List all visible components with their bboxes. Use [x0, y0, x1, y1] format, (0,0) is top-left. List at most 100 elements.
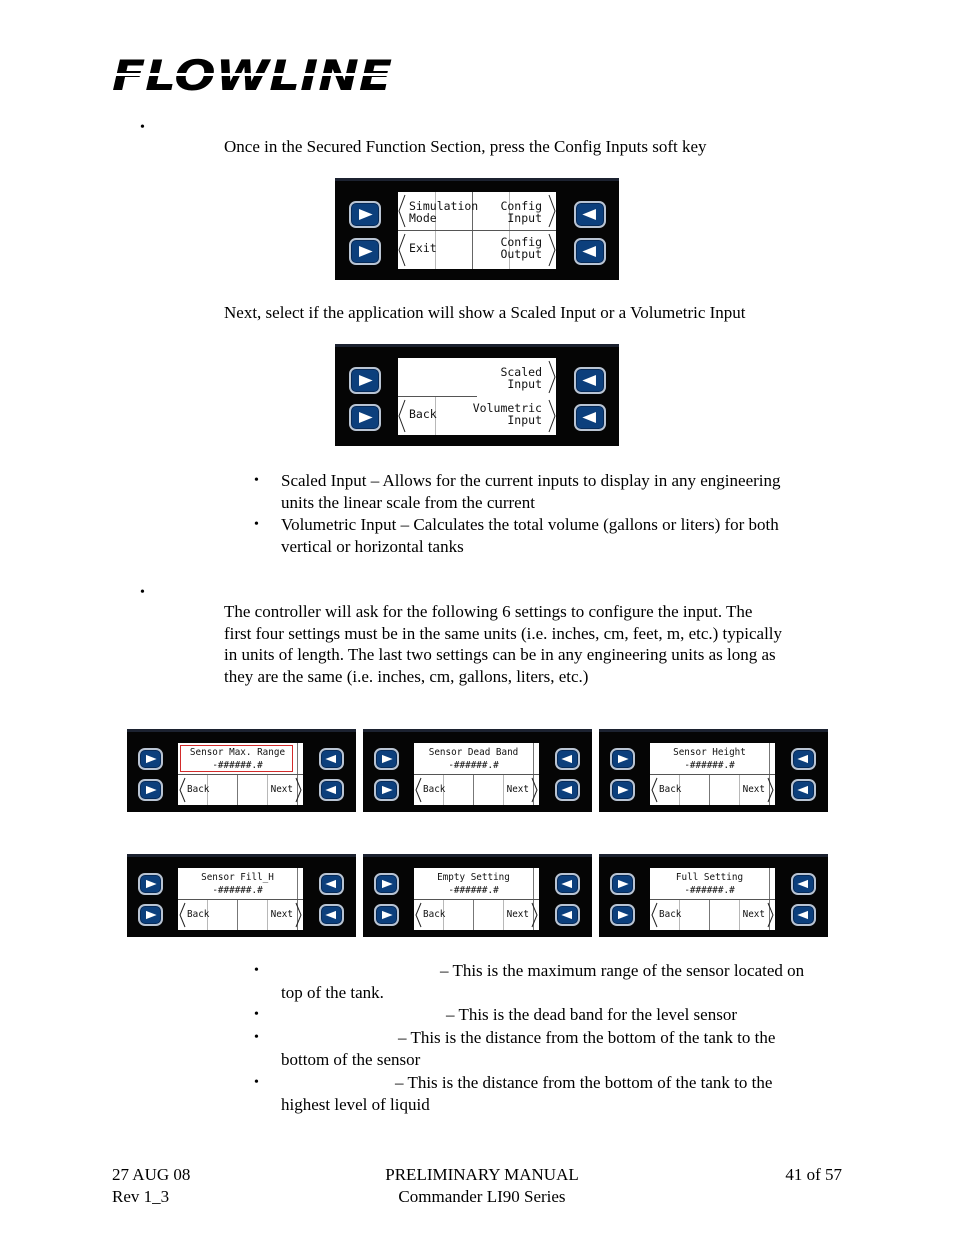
softkey-left-top[interactable] — [349, 201, 381, 228]
setting-value: -######.# — [212, 885, 263, 896]
softkey-label-next: Next — [742, 909, 765, 920]
softkey-left-bottom[interactable] — [610, 904, 635, 926]
desc-sensor-height: – This is the distance from the bottom o… — [281, 1028, 776, 1069]
softkey-left-bottom[interactable] — [374, 779, 399, 801]
footer-left: 27 AUG 08 Rev 1_3 — [112, 1164, 190, 1207]
softkey-left-bottom[interactable] — [374, 904, 399, 926]
setting-panel: Sensor Dead Band -######.# Back Next — [363, 729, 592, 812]
setting-title: Sensor Dead Band — [428, 747, 519, 758]
softkey-left-top[interactable] — [610, 748, 635, 770]
lcd-screen: Sensor Fill_H -######.# Back Next — [178, 868, 303, 930]
bullet: • — [254, 1030, 259, 1045]
softkey-right-bottom[interactable] — [574, 238, 606, 265]
softkey-left-bottom[interactable] — [349, 404, 381, 431]
flowline-logo: FLOWLINE — [112, 56, 394, 94]
lcd-screen: Empty Setting -######.# Back Next — [414, 868, 539, 930]
setting-title: Sensor Height — [673, 747, 746, 758]
setting-panel: Sensor Fill_H -######.# Back Next — [127, 854, 356, 937]
setting-value: -######.# — [448, 885, 499, 896]
setting-panel: Full Setting -######.# Back Next — [599, 854, 828, 937]
softkey-label-back: Back — [187, 784, 210, 795]
softkey-label-next: Next — [270, 909, 293, 920]
instruction-select-input: Next, select if the application will sho… — [224, 303, 746, 322]
softkey-right-bottom[interactable] — [555, 904, 580, 926]
softkey-right-bottom[interactable] — [791, 779, 816, 801]
softkey-label-next: Next — [742, 784, 765, 795]
softkey-label-next: Next — [270, 784, 293, 795]
setting-title: Full Setting — [675, 872, 744, 883]
bullet: • — [254, 1007, 259, 1022]
softkey-right-top[interactable] — [574, 367, 606, 394]
softkey-right-top[interactable] — [791, 748, 816, 770]
footer-center: PRELIMINARY MANUAL Commander LI90 Series — [320, 1164, 644, 1207]
softkey-left-top[interactable] — [610, 873, 635, 895]
softkey-label-exit: Exit — [409, 241, 437, 255]
bullet: • — [254, 1075, 259, 1090]
softkey-left-top[interactable] — [374, 748, 399, 770]
footer-title: PRELIMINARY MANUAL — [385, 1165, 579, 1184]
desc-sensor-dead-band: – This is the dead band for the level se… — [446, 1005, 737, 1024]
softkey-right-top[interactable] — [791, 873, 816, 895]
setting-panel: Sensor Height -######.# Back Next — [599, 729, 828, 812]
desc-sensor-fill-h: – This is the distance from the bottom o… — [281, 1073, 773, 1114]
softkey-label-back: Back — [659, 909, 682, 920]
softkey-label-next: Next — [506, 784, 529, 795]
softkey-right-bottom[interactable] — [555, 779, 580, 801]
softkey-right-bottom[interactable] — [791, 904, 816, 926]
softkey-label-back: Back — [423, 909, 446, 920]
volumetric-input-description: Volumetric Input – Calculates the total … — [281, 515, 779, 556]
softkey-left-top[interactable] — [349, 367, 381, 394]
bullet: • — [254, 963, 259, 978]
softkey-label-config-input: Config Input — [500, 199, 542, 225]
setting-title: Empty Setting — [437, 872, 510, 883]
softkey-label-simulation: Simulation Mode — [409, 199, 479, 225]
softkey-label-config-output: Config Output — [500, 235, 542, 261]
setting-title: Sensor Fill_H — [201, 872, 274, 883]
setting-value: -######.# — [448, 760, 499, 771]
bullet: • — [254, 517, 259, 532]
softkey-right-bottom[interactable] — [319, 779, 344, 801]
setting-value: -######.# — [684, 760, 735, 771]
softkey-left-top[interactable] — [138, 748, 163, 770]
softkey-label-back: Back — [423, 784, 446, 795]
softkey-right-bottom[interactable] — [319, 904, 344, 926]
controller-panel-main-menu: Simulation Mode Config Input Exit Config Ou… — [335, 178, 619, 280]
softkey-right-top[interactable] — [319, 748, 344, 770]
footer-series: Commander LI90 Series — [398, 1186, 566, 1206]
softkey-label-scaled-input: Scaled Input — [500, 365, 542, 391]
bullet: • — [140, 585, 145, 600]
scaled-input-description: Scaled Input – Allows for the current in… — [281, 471, 781, 512]
setting-panel: Sensor Max. Range -######.# Back Next — [127, 729, 356, 812]
softkey-label-back: Back — [659, 784, 682, 795]
settings-paragraph: The controller will ask for the followin… — [224, 602, 783, 686]
instruction-config-inputs: Once in the Secured Function Section, pr… — [224, 137, 707, 156]
softkey-left-bottom[interactable] — [138, 779, 163, 801]
lcd-screen: Simulation Mode Config Input Exit Config Ou… — [398, 192, 556, 269]
footer-page-number: 41 of 57 — [785, 1165, 842, 1184]
bullet: • — [140, 120, 145, 135]
lcd-screen: Sensor Max. Range -######.# Back Next — [178, 743, 303, 805]
softkey-right-bottom[interactable] — [574, 404, 606, 431]
softkey-label-volumetric-input: Volumetric Input — [472, 401, 542, 427]
lcd-screen: Scaled Input Back Volumetric Input — [398, 358, 556, 435]
lcd-screen: Sensor Height -######.# Back Next — [650, 743, 775, 805]
setting-value: -######.# — [684, 885, 735, 896]
softkey-label-back: Back — [409, 407, 437, 421]
softkey-label-back: Back — [187, 909, 210, 920]
controller-panel-input-type: Scaled Input Back Volumetric Input — [335, 344, 619, 446]
softkey-left-bottom[interactable] — [138, 904, 163, 926]
softkey-left-top[interactable] — [374, 873, 399, 895]
footer-date: 27 AUG 08 — [112, 1165, 191, 1184]
softkey-right-top[interactable] — [555, 748, 580, 770]
setting-panel: Empty Setting -######.# Back Next — [363, 854, 592, 937]
softkey-right-top[interactable] — [574, 201, 606, 228]
footer-rev: Rev 1_3 — [112, 1186, 170, 1206]
softkey-left-bottom[interactable] — [610, 779, 635, 801]
softkey-left-top[interactable] — [138, 873, 163, 895]
softkey-right-top[interactable] — [555, 873, 580, 895]
selection-outline — [180, 745, 293, 772]
softkey-left-bottom[interactable] — [349, 238, 381, 265]
softkey-label-next: Next — [506, 909, 529, 920]
lcd-screen: Sensor Dead Band -######.# Back Next — [414, 743, 539, 805]
softkey-right-top[interactable] — [319, 873, 344, 895]
